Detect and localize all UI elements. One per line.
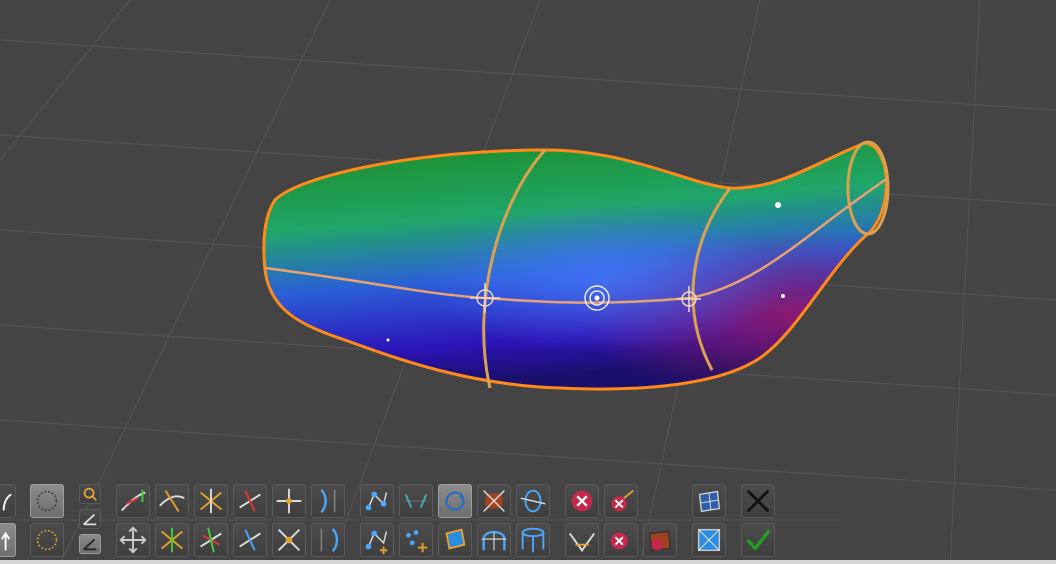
star-cross-icon	[200, 488, 222, 514]
snap-circle-icon	[36, 490, 58, 512]
surface-grid-icon	[698, 490, 721, 513]
dots-plus-button[interactable]	[399, 523, 433, 557]
cross-curve-icon	[159, 490, 185, 512]
frame-button[interactable]	[692, 523, 726, 557]
move-button[interactable]	[116, 523, 150, 557]
section-align-button[interactable]	[399, 484, 433, 518]
angle-icon	[83, 513, 97, 526]
bracket-button[interactable]	[311, 484, 345, 518]
cylinder-section-button[interactable]	[516, 484, 550, 518]
angle-icon	[83, 538, 97, 551]
star-cross-button[interactable]	[194, 484, 228, 518]
rotate-section-button[interactable]	[438, 484, 472, 518]
delete-tool-icon	[611, 489, 634, 512]
tangent-arrow-button[interactable]	[116, 484, 150, 518]
vertex-marker	[775, 202, 781, 208]
mask-delete-icon	[648, 530, 672, 552]
bottom-toolbar	[0, 480, 1056, 564]
point-cross-icon	[276, 488, 302, 514]
delete-small-button[interactable]	[604, 523, 638, 557]
angle-button[interactable]	[79, 509, 101, 529]
snap-dotted-icon	[36, 529, 58, 551]
fold-button[interactable]	[565, 523, 599, 557]
network-plus-button[interactable]	[360, 523, 394, 557]
section-delete-icon	[483, 490, 505, 512]
zoom-icon	[83, 487, 97, 501]
dots-plus-icon	[406, 530, 428, 553]
confirm-check-icon	[746, 529, 771, 552]
close-button[interactable]	[741, 484, 775, 518]
snap-circle-button[interactable]	[30, 484, 64, 518]
cylinder-icon	[521, 527, 545, 553]
snap-dotted-button[interactable]	[30, 523, 64, 557]
split-cross-button[interactable]	[233, 484, 267, 518]
cross-add-icon	[161, 527, 183, 553]
angle-active-button[interactable]	[79, 534, 101, 554]
cylinder-button[interactable]	[516, 523, 550, 557]
point-cross-button[interactable]	[272, 484, 306, 518]
section-align-icon	[404, 494, 428, 508]
surface-grid-button[interactable]	[692, 484, 726, 518]
cross-red-icon	[200, 527, 222, 553]
curve-arrow-icon	[1, 531, 11, 551]
delete-tool-button[interactable]	[604, 484, 638, 518]
rotate-section-icon	[445, 491, 465, 511]
network-plus-icon	[365, 530, 388, 555]
split-cross-icon	[239, 490, 261, 512]
delete-small-icon	[610, 532, 628, 550]
bracket-blue-button[interactable]	[311, 523, 345, 557]
point-x-button[interactable]	[272, 523, 306, 557]
curve-arrow-button[interactable]	[0, 523, 16, 557]
frame-icon	[697, 528, 721, 552]
cylinder-section-icon	[520, 489, 546, 513]
cross-add-button[interactable]	[155, 523, 189, 557]
cross-curve-button[interactable]	[155, 484, 189, 518]
vertex-marker	[386, 338, 390, 342]
network-add-button[interactable]	[360, 484, 394, 518]
square-section-button[interactable]	[438, 523, 472, 557]
square-section-icon	[445, 528, 466, 550]
curve-edit-button[interactable]	[0, 484, 16, 518]
fold-icon	[569, 532, 595, 552]
cross-red-button[interactable]	[194, 523, 228, 557]
point-x-icon	[277, 528, 301, 552]
mask-delete-button[interactable]	[643, 523, 677, 557]
network-add-icon	[365, 491, 388, 511]
bracket-blue-icon	[320, 527, 339, 553]
arch-icon	[481, 530, 507, 551]
confirm-button[interactable]	[741, 523, 775, 557]
tangent-arrow-icon	[121, 489, 146, 512]
vertex-marker	[781, 294, 785, 298]
zoom-button[interactable]	[79, 484, 101, 504]
close-icon	[746, 489, 770, 513]
move-icon	[119, 526, 147, 554]
status-strip	[0, 560, 1056, 564]
section-delete-button[interactable]	[477, 484, 511, 518]
cross-blue-button[interactable]	[233, 523, 267, 557]
delete-circle-button[interactable]	[565, 484, 599, 518]
arch-button[interactable]	[477, 523, 511, 557]
curve-edit-icon	[2, 493, 12, 511]
cross-blue-icon	[239, 529, 261, 551]
bracket-icon	[320, 488, 336, 514]
delete-circle-icon	[571, 490, 593, 512]
